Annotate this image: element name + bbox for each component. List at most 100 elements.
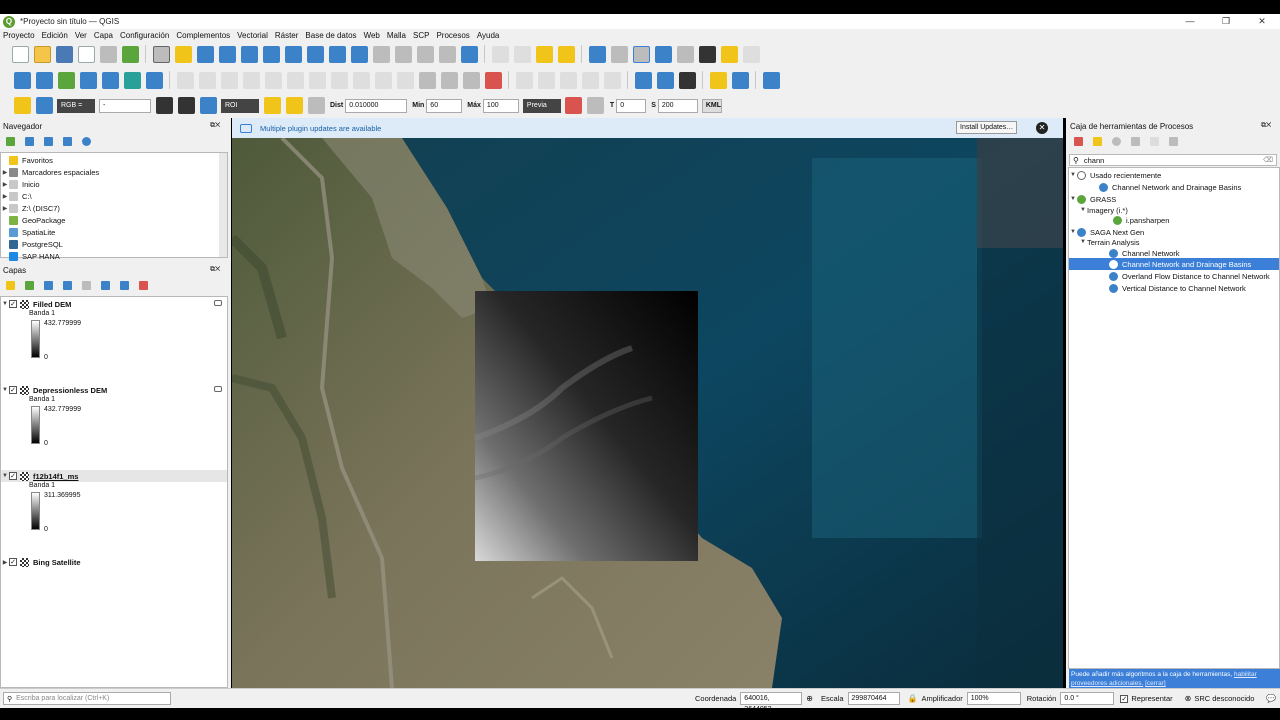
t-input[interactable]: 0 [616,98,647,113]
layer-visibility-checkbox[interactable]: ✓ [9,558,17,566]
open-project-icon[interactable] [33,45,51,63]
crs-icon[interactable]: ⊗ [1185,694,1192,703]
python-console-icon[interactable] [709,71,727,89]
data-source-manager-icon[interactable] [13,71,31,89]
scp-home-icon[interactable] [13,97,31,114]
nav-item-geopackage[interactable]: GeoPackage [1,214,65,226]
add-virtual-layer-icon[interactable] [145,71,163,89]
select-features-icon[interactable] [491,45,509,63]
menu-procesos[interactable]: Procesos [436,31,469,40]
edit-in-place-icon[interactable] [1150,137,1159,146]
rotation-field[interactable]: 0.0 ° [1060,692,1115,705]
label-hide-icon[interactable] [484,71,502,89]
scp-redo-preview-icon[interactable] [587,97,605,114]
close-notice-icon[interactable]: ✕ [1036,122,1048,134]
tree-vertical-distance[interactable]: Vertical Distance to Channel Network [1069,282,1279,294]
zoom-out-icon[interactable] [218,45,236,63]
menu-edicion[interactable]: Edición [42,31,68,40]
scp-zoom-icon[interactable] [35,97,53,114]
menu-proyecto[interactable]: Proyecto [3,31,35,40]
rgb-combo[interactable]: - [99,98,151,113]
menu-raster[interactable]: Ráster [275,31,299,40]
profile-tool-icon[interactable] [731,71,749,89]
layout-manager-icon[interactable] [99,45,117,63]
nav-item-inicio[interactable]: ▶ Inicio [1,178,40,190]
max-input[interactable]: 100 [482,98,519,113]
options-icon[interactable] [1169,137,1178,146]
temporal-controller-icon[interactable] [438,45,456,63]
label-show-icon[interactable] [462,71,480,89]
zoom-to-selection-icon[interactable] [262,45,280,63]
identify-icon[interactable] [588,45,606,63]
locate-bar[interactable]: ⚲ Escriba para localizar (Ctrl+K) [3,692,171,705]
deselect-icon[interactable] [535,45,553,63]
menu-ayuda[interactable]: Ayuda [477,31,500,40]
select-by-value-icon[interactable] [513,45,531,63]
zoom-to-layer-icon[interactable] [284,45,302,63]
scp-show-roi-icon[interactable] [177,97,195,114]
refresh-icon[interactable] [460,45,478,63]
new-3d-view-icon[interactable] [394,45,412,63]
label-pin-icon[interactable] [440,71,458,89]
locate-input[interactable]: Escriba para localizar (Ctrl+K) [16,695,109,702]
scp-preview-icon[interactable] [565,97,583,114]
map-themes-icon[interactable] [44,281,53,290]
zoom-last-icon[interactable] [328,45,346,63]
preview-button[interactable]: Previa [522,98,561,113]
navigator-scrollbar[interactable] [219,153,227,257]
models-icon[interactable] [1074,137,1083,146]
menu-ver[interactable]: Ver [75,31,87,40]
menu-scp[interactable]: SCP [413,31,429,40]
render-checkbox[interactable]: ✓ [1120,694,1129,703]
tree-overland-flow[interactable]: Overland Flow Distance to Channel Networ… [1069,270,1279,282]
menu-malla[interactable]: Malla [387,31,406,40]
scp-roi-create-icon[interactable] [263,97,281,114]
nav-item-marcadores[interactable]: ▶ Marcadores espaciales [1,166,99,178]
new-geopackage-icon[interactable] [35,71,53,89]
results-icon[interactable] [1131,137,1140,146]
kml-button[interactable]: KML [701,98,722,113]
layer-f12b14f1-ms[interactable]: ▼ ✓ f12b14f1_ms [1,470,227,482]
dist-input[interactable]: 0.010000 [345,98,408,113]
zoom-native-icon[interactable] [306,45,324,63]
filter-icon[interactable] [44,137,53,146]
new-project-icon[interactable] [11,45,29,63]
processing-search[interactable]: ⚲ chann ⌫ [1069,154,1277,166]
s-input[interactable]: 200 [657,98,698,113]
min-input[interactable]: 60 [426,98,463,113]
crs-label[interactable]: SRC desconocido [1194,694,1254,703]
menu-base-de-datos[interactable]: Base de datos [305,31,356,40]
tree-recent[interactable]: ▼ Usado recientemente [1069,169,1279,181]
scripts-icon[interactable] [1093,137,1102,146]
scp-zoom-roi-icon[interactable] [199,97,217,114]
layer-style-icon[interactable] [6,281,15,290]
statistics-icon[interactable] [654,45,672,63]
magnifier-field[interactable]: 100% [966,692,1021,705]
menu-web[interactable]: Web [364,31,380,40]
scp-roi-add-icon[interactable] [285,97,303,114]
style-manager-icon[interactable] [121,45,139,63]
add-vector-layer-icon[interactable] [57,71,75,89]
pan-to-selection-icon[interactable] [174,45,192,63]
map-canvas[interactable] [232,138,1063,688]
scp-show-input-icon[interactable] [155,97,173,114]
annotation-icon[interactable] [742,45,760,63]
layer-visibility-checkbox[interactable]: ✓ [9,300,17,308]
attribute-table-icon[interactable] [610,45,628,63]
new-print-layout-icon[interactable] [77,45,95,63]
add-selected-icon[interactable] [6,137,15,146]
layer-indicator-icon[interactable] [214,300,222,306]
filter-legend-icon[interactable] [63,281,72,290]
layer-depressionless-dem[interactable]: ▼ ✓ Depressionless DEM [1,384,227,396]
scp-icon[interactable] [678,71,696,89]
coord-field[interactable]: 640016, 2644052 [740,692,803,713]
nav-item-z-drive[interactable]: ▶ Z:\ (DISC7) [1,202,60,214]
pan-map-icon[interactable] [152,45,170,63]
save-project-icon[interactable] [55,45,73,63]
filter-expression-icon[interactable] [82,281,91,290]
menu-vectorial[interactable]: Vectorial [237,31,268,40]
clear-search-icon[interactable]: ⌫ [1263,156,1273,164]
select-location-icon[interactable] [557,45,575,63]
expand-all-icon[interactable] [101,281,110,290]
history-icon[interactable] [1112,137,1121,146]
